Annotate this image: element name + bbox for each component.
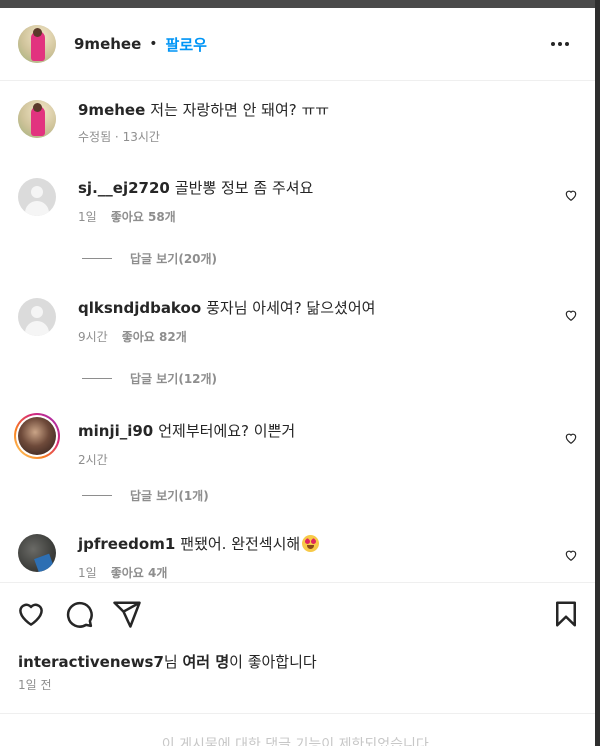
view-replies-label: 답글 보기(12개) [130,372,218,386]
comment-item: sj.__ej2720 골반뽕 정보 좀 주셔요 1일 좋아요 58개 [18,178,578,225]
comment-username[interactable]: qlksndjdbakoo [78,299,201,317]
comment-item: jpfreedom1 팬됐어. 완전섹시해 1일 좋아요 4개 [18,534,578,581]
likes-summary-user[interactable]: interactivenews7 [18,653,164,671]
comments-disabled-notice: 이 게시물에 대한 댓글 기능이 제한되었습니다. [161,737,434,746]
default-avatar[interactable] [18,298,56,336]
view-replies-button[interactable]: 답글 보기(20개) [82,250,217,267]
likes-summary-bold[interactable]: 여러 명 [183,653,230,671]
likes-summary-suffix: 이 좋아합니다 [229,653,317,671]
comment-text: 골반뽕 정보 좀 주셔요 [174,179,314,197]
likes-summary[interactable]: interactivenews7님 여러 명이 좋아합니다 [18,651,317,672]
save-icon[interactable] [551,599,581,629]
caption: 9mehee 저는 자랑하면 안 돼여? ㅠㅠ 수정됨 · 13시간 [18,100,329,145]
comment-username[interactable]: sj.__ej2720 [78,179,170,197]
comment-text: 풍자님 아세여? 닮으셨어여 [206,299,376,317]
comment-heart-icon[interactable] [564,188,578,202]
post-comments-panel: 9mehee • 팔로우 9mehee 저는 자랑하면 안 돼여? ㅠㅠ 수정됨 … [0,8,595,746]
comment-time: 9시간 [78,330,108,344]
view-replies-button[interactable]: 답글 보기(12개) [82,370,217,387]
comment-time: 1일 [78,210,97,224]
heart-eyes-emoji [302,535,320,552]
author-avatar[interactable] [18,25,56,63]
divider [0,713,595,714]
default-avatar[interactable] [18,178,56,216]
caption-text: 저는 자랑하면 안 돼여? ㅠㅠ [150,101,330,119]
view-replies-label: 답글 보기(1개) [130,489,209,503]
comment-likes[interactable]: 좋아요 58개 [111,208,176,225]
comment-likes[interactable]: 좋아요 4개 [111,564,168,581]
story-ring-avatar[interactable] [14,413,60,459]
comment-text: 팬됐어. 완전섹시해 [180,535,301,553]
photo-avatar[interactable] [18,534,56,572]
comment-heart-icon[interactable] [564,431,578,445]
author-username[interactable]: 9mehee [74,35,141,53]
separator-dot: • [149,36,158,52]
view-replies-button[interactable]: 답글 보기(1개) [82,487,209,504]
comment-likes[interactable]: 좋아요 82개 [122,328,187,345]
post-actions-section: interactivenews7님 여러 명이 좋아합니다 1일 전 이 게시물… [0,582,595,746]
heart-icon[interactable] [16,599,46,629]
comment-time: 1일 [78,566,97,580]
comment-username[interactable]: minji_i90 [78,422,153,440]
caption-username[interactable]: 9mehee [78,101,145,119]
caption-meta: 수정됨 · 13시간 [78,130,160,144]
post-time: 1일 전 [18,678,52,692]
more-icon[interactable] [551,34,573,54]
share-icon[interactable] [112,599,142,629]
post-header: 9mehee • 팔로우 [0,8,595,81]
comment-item: minji_i90 언제부터에요? 이쁜거 2시간 [14,413,578,468]
view-replies-label: 답글 보기(20개) [130,252,218,266]
comment-icon[interactable] [64,599,94,629]
comment-username[interactable]: jpfreedom1 [78,535,175,553]
comment-item: qlksndjdbakoo 풍자님 아세여? 닮으셨어여 9시간 좋아요 82개 [18,298,578,345]
window-top-edge [0,0,600,8]
comment-heart-icon[interactable] [564,548,578,562]
follow-button[interactable]: 팔로우 [166,34,207,55]
window-right-edge [595,0,600,746]
comment-text: 언제부터에요? 이쁜거 [158,422,296,440]
caption-avatar[interactable] [18,100,56,138]
comment-time: 2시간 [78,453,108,467]
comments-list[interactable]: 9mehee 저는 자랑하면 안 돼여? ㅠㅠ 수정됨 · 13시간 sj.__e… [0,82,595,582]
likes-summary-mid: 님 [163,653,183,671]
comment-heart-icon[interactable] [564,308,578,322]
action-bar [16,599,581,629]
